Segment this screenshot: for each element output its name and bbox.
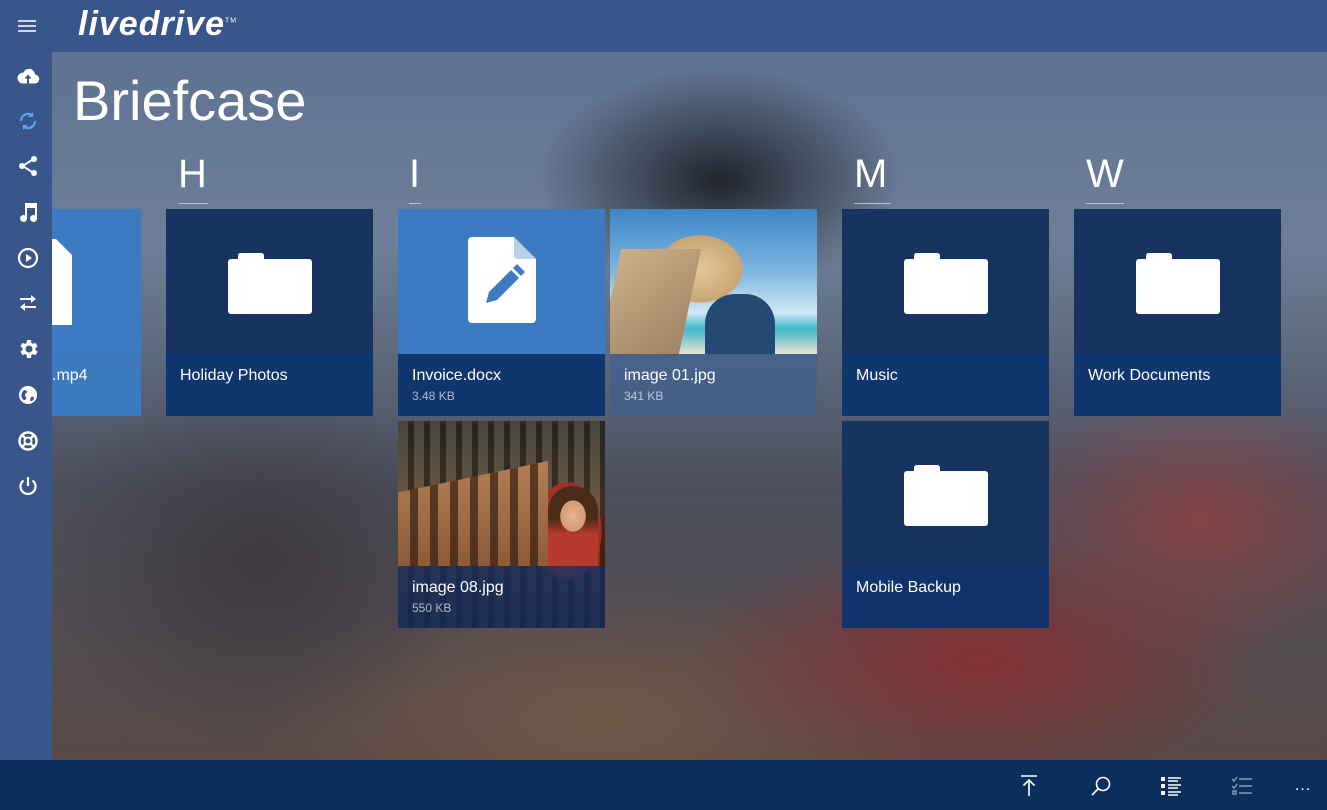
group-header-i[interactable]: I (409, 152, 420, 197)
page-title: Briefcase (73, 69, 307, 132)
group-divider (1086, 203, 1124, 204)
photo-content (548, 486, 598, 566)
tile-size: 341 KB (624, 389, 664, 403)
music-icon[interactable] (14, 198, 42, 226)
photo-content (398, 461, 548, 566)
group-header-m[interactable]: M (854, 152, 887, 197)
folder-icon (228, 253, 312, 314)
group-divider (409, 203, 421, 204)
photo-content (610, 249, 702, 354)
folder-icon (904, 465, 988, 526)
globe-icon[interactable] (14, 381, 42, 409)
folder-icon (1136, 253, 1220, 314)
file-tile-mp4[interactable]: .mp4 (52, 209, 141, 416)
tile-name: Holiday Photos (180, 367, 288, 384)
tile-name: Mobile Backup (856, 579, 961, 596)
app-logo: livedriveTM (78, 5, 238, 43)
select-icon[interactable] (1229, 773, 1255, 799)
settings-icon[interactable] (14, 335, 42, 363)
tile-label: Music (842, 354, 1049, 416)
photo-content (705, 294, 775, 354)
folder-tile-work-documents[interactable]: Work Documents (1074, 209, 1281, 416)
tile-label: Mobile Backup (842, 566, 1049, 628)
upload-icon[interactable] (1016, 773, 1042, 799)
tile-label: Holiday Photos (166, 354, 373, 416)
tile-name: Work Documents (1088, 367, 1211, 384)
more-icon[interactable]: ... (1290, 773, 1316, 799)
group-header-h[interactable]: H (178, 152, 207, 197)
group-divider (178, 203, 208, 204)
search-icon[interactable] (1088, 773, 1114, 799)
list-view-icon[interactable] (1158, 773, 1184, 799)
group-header-w[interactable]: W (1086, 152, 1124, 197)
tile-label: Work Documents (1074, 354, 1281, 416)
document-icon (52, 239, 72, 325)
folder-icon (904, 253, 988, 314)
tile-thumbnail (842, 421, 1049, 566)
sync-icon[interactable] (14, 107, 42, 135)
tile-thumbnail (842, 209, 1049, 354)
help-icon[interactable] (14, 427, 42, 455)
cloud-upload-icon[interactable] (14, 62, 42, 90)
tile-name: image 01.jpg (624, 367, 716, 384)
hamburger-menu-icon[interactable] (18, 20, 36, 32)
transfer-icon[interactable] (14, 289, 42, 317)
sidebar (0, 52, 52, 760)
bottom-app-bar: ... (0, 760, 1327, 810)
tile-name: Music (856, 367, 898, 384)
folder-tile-music[interactable]: Music (842, 209, 1049, 416)
tile-name: image 08.jpg (412, 579, 504, 596)
tile-thumbnail (52, 209, 141, 354)
folder-tile-holiday-photos[interactable]: Holiday Photos (166, 209, 373, 416)
group-divider (854, 203, 891, 204)
tile-thumbnail (398, 209, 605, 354)
tile-label: Invoice.docx 3.48 KB (398, 354, 605, 416)
tile-label: image 01.jpg 341 KB (610, 354, 817, 416)
tile-label: image 08.jpg 550 KB (398, 566, 605, 628)
tile-size: 550 KB (412, 601, 452, 615)
play-icon[interactable] (14, 244, 42, 272)
tile-thumbnail (166, 209, 373, 354)
document-edit-icon (468, 237, 536, 323)
tile-label: .mp4 (52, 354, 141, 416)
power-icon[interactable] (14, 472, 42, 500)
tile-size: 3.48 KB (412, 389, 455, 403)
share-icon[interactable] (14, 152, 42, 180)
image-tile-image-08[interactable]: image 08.jpg 550 KB (398, 421, 605, 628)
folder-tile-mobile-backup[interactable]: Mobile Backup (842, 421, 1049, 628)
app-header: livedriveTM (0, 0, 1327, 52)
tile-name: Invoice.docx (412, 367, 501, 384)
file-tile-invoice[interactable]: Invoice.docx 3.48 KB (398, 209, 605, 416)
tile-name: .mp4 (52, 367, 88, 384)
image-tile-image-01[interactable]: image 01.jpg 341 KB (610, 209, 817, 416)
tile-thumbnail (1074, 209, 1281, 354)
